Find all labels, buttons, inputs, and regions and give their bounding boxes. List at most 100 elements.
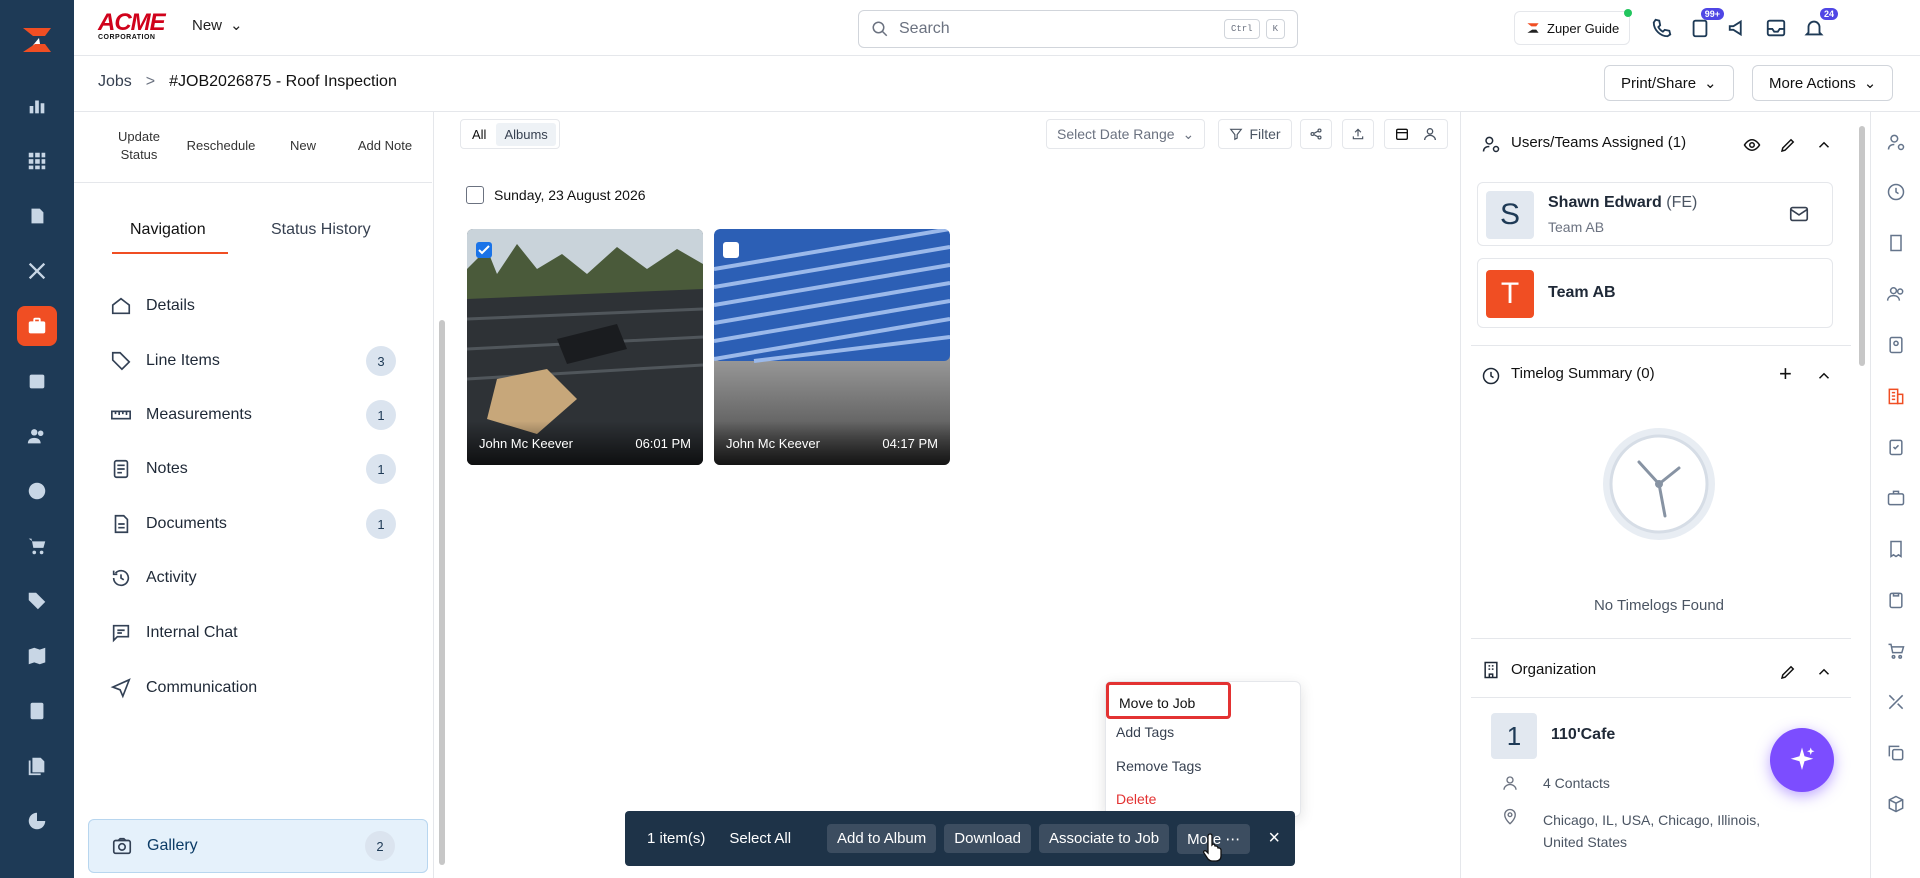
sidebar-scrollbar[interactable] xyxy=(1856,112,1868,878)
apps-grid-icon[interactable] xyxy=(17,141,57,181)
bell-icon[interactable]: 24 xyxy=(1800,8,1838,42)
menu-item-add-tags[interactable]: Add Tags xyxy=(1116,724,1174,740)
calculator-icon[interactable] xyxy=(17,691,57,731)
photo-author: John Mc Keever xyxy=(479,435,573,451)
invoice-icon[interactable] xyxy=(1882,535,1910,563)
pie-chart-icon[interactable] xyxy=(17,801,57,841)
team-initial-avatar: T xyxy=(1486,270,1534,318)
add-to-album-button[interactable]: Add to Album xyxy=(827,824,937,853)
photo-card[interactable]: John Mc Keever 04:17 PM xyxy=(714,229,950,465)
chevron-up-icon[interactable] xyxy=(1815,663,1833,681)
files-icon[interactable] xyxy=(17,746,57,786)
time-icon[interactable] xyxy=(1882,178,1910,206)
menu-item-remove-tags[interactable]: Remove Tags xyxy=(1116,758,1201,774)
organization-icon[interactable] xyxy=(1882,382,1910,410)
ai-assistant-button[interactable] xyxy=(1770,728,1834,792)
cart-icon[interactable] xyxy=(17,526,57,566)
nav-item-measurements[interactable]: Measurements 1 xyxy=(88,388,428,442)
copy-icon[interactable] xyxy=(1882,739,1910,767)
photo-checkbox[interactable] xyxy=(723,242,739,258)
menu-item-delete[interactable]: Delete xyxy=(1116,791,1156,807)
calendar-view-icon[interactable] xyxy=(1394,126,1410,142)
nav-item-activity[interactable]: Activity xyxy=(88,551,428,605)
chevron-up-icon[interactable] xyxy=(1815,136,1833,154)
contacts-count[interactable]: 4 Contacts xyxy=(1543,775,1610,791)
new-action-button[interactable]: New xyxy=(262,120,344,164)
photo-card[interactable]: John Mc Keever 06:01 PM xyxy=(467,229,703,465)
download-button[interactable]: Download xyxy=(944,824,1031,853)
tab-status-history[interactable]: Status History xyxy=(271,221,371,239)
dashboard-icon[interactable] xyxy=(17,86,57,126)
user-settings-icon[interactable] xyxy=(1882,128,1910,156)
assigned-team-card[interactable]: T Team AB xyxy=(1477,258,1833,328)
notification-badge: 24 xyxy=(1819,8,1838,20)
date-range-select[interactable]: Select Date Range ⌄ xyxy=(1046,119,1206,149)
more-actions-button[interactable]: More Actions ⌄ xyxy=(1752,65,1894,101)
clipboard-icon[interactable] xyxy=(1882,586,1910,614)
new-dropdown-button[interactable]: New ⌄ xyxy=(192,16,243,35)
tasks-icon[interactable]: 99+ xyxy=(1686,8,1724,42)
megaphone-icon[interactable] xyxy=(1724,14,1752,42)
update-status-button[interactable]: Update Status xyxy=(98,120,180,164)
checklist-icon[interactable] xyxy=(1882,433,1910,461)
breadcrumb-jobs-link[interactable]: Jobs xyxy=(98,73,132,91)
tab-albums[interactable]: Albums xyxy=(496,122,556,146)
upload-icon[interactable] xyxy=(1342,119,1374,149)
documents-icon[interactable] xyxy=(17,196,57,236)
reschedule-button[interactable]: Reschedule xyxy=(180,120,262,164)
design-tools-icon[interactable] xyxy=(1882,688,1910,716)
eye-icon[interactable] xyxy=(1743,136,1761,154)
sidebar-scrollbar-thumb[interactable] xyxy=(1859,126,1865,366)
print-share-button[interactable]: Print/Share ⌄ xyxy=(1604,65,1734,101)
people-icon[interactable] xyxy=(1882,280,1910,308)
filter-button[interactable]: Filter xyxy=(1218,119,1292,149)
contact-card-icon[interactable] xyxy=(1882,331,1910,359)
building-outline-icon[interactable] xyxy=(1882,229,1910,257)
jobs-briefcase-icon[interactable] xyxy=(17,306,57,346)
nav-item-internal-chat[interactable]: Internal Chat xyxy=(88,606,428,660)
phone-icon[interactable] xyxy=(1648,14,1676,42)
assigned-user-card[interactable]: S Shawn Edward (FE) Team AB xyxy=(1477,182,1833,246)
close-icon[interactable]: × xyxy=(1268,827,1280,850)
search-input[interactable]: Search Ctrl K xyxy=(858,10,1298,48)
zuper-logo-icon[interactable] xyxy=(17,20,57,60)
nav-item-communication[interactable]: Communication xyxy=(88,661,428,715)
nav-item-gallery[interactable]: Gallery 2 xyxy=(88,819,428,873)
cart-outline-icon[interactable] xyxy=(1882,637,1910,665)
tab-navigation[interactable]: Navigation xyxy=(130,221,206,239)
user-view-icon[interactable] xyxy=(1422,126,1438,142)
map-icon[interactable] xyxy=(17,636,57,676)
photo-checkbox-checked[interactable] xyxy=(476,242,492,258)
edit-icon[interactable] xyxy=(1779,663,1797,681)
package-icon[interactable] xyxy=(1882,790,1910,818)
tag-icon[interactable] xyxy=(17,581,57,621)
clock-icon[interactable] xyxy=(17,471,57,511)
zuper-guide-button[interactable]: Zuper Guide xyxy=(1514,9,1633,45)
menu-item-move-to-job[interactable]: Move to Job xyxy=(1106,682,1231,719)
select-date-group-checkbox[interactable] xyxy=(466,186,484,204)
chevron-up-icon[interactable] xyxy=(1815,367,1833,385)
users-icon[interactable] xyxy=(17,416,57,456)
nav-item-documents[interactable]: Documents 1 xyxy=(88,497,428,551)
add-note-button[interactable]: Add Note xyxy=(344,120,426,164)
briefcase-icon[interactable] xyxy=(1882,484,1910,512)
send-icon xyxy=(110,678,131,699)
nav-scrollbar[interactable] xyxy=(437,112,447,878)
share-icon[interactable] xyxy=(1300,119,1332,149)
count-badge: 1 xyxy=(366,509,396,539)
mail-icon[interactable] xyxy=(1788,203,1810,225)
nav-scrollbar-thumb[interactable] xyxy=(439,320,445,865)
tools-icon[interactable] xyxy=(17,251,57,291)
select-all-button[interactable]: Select All xyxy=(721,824,799,853)
tab-all[interactable]: All xyxy=(464,122,495,146)
associate-to-job-button[interactable]: Associate to Job xyxy=(1039,824,1170,853)
edit-icon[interactable] xyxy=(1779,136,1797,154)
nav-item-details[interactable]: Details xyxy=(88,279,428,333)
nav-item-line-items[interactable]: Line Items 3 xyxy=(88,334,428,388)
inbox-icon[interactable] xyxy=(1762,14,1790,42)
organization-name[interactable]: 110'Cafe xyxy=(1551,726,1615,744)
breadcrumb: Jobs > #JOB2026875 - Roof Inspection xyxy=(98,73,397,91)
add-timelog-icon[interactable]: + xyxy=(1779,361,1792,387)
calendar-icon[interactable] xyxy=(17,361,57,401)
nav-item-notes[interactable]: Notes 1 xyxy=(88,442,428,496)
